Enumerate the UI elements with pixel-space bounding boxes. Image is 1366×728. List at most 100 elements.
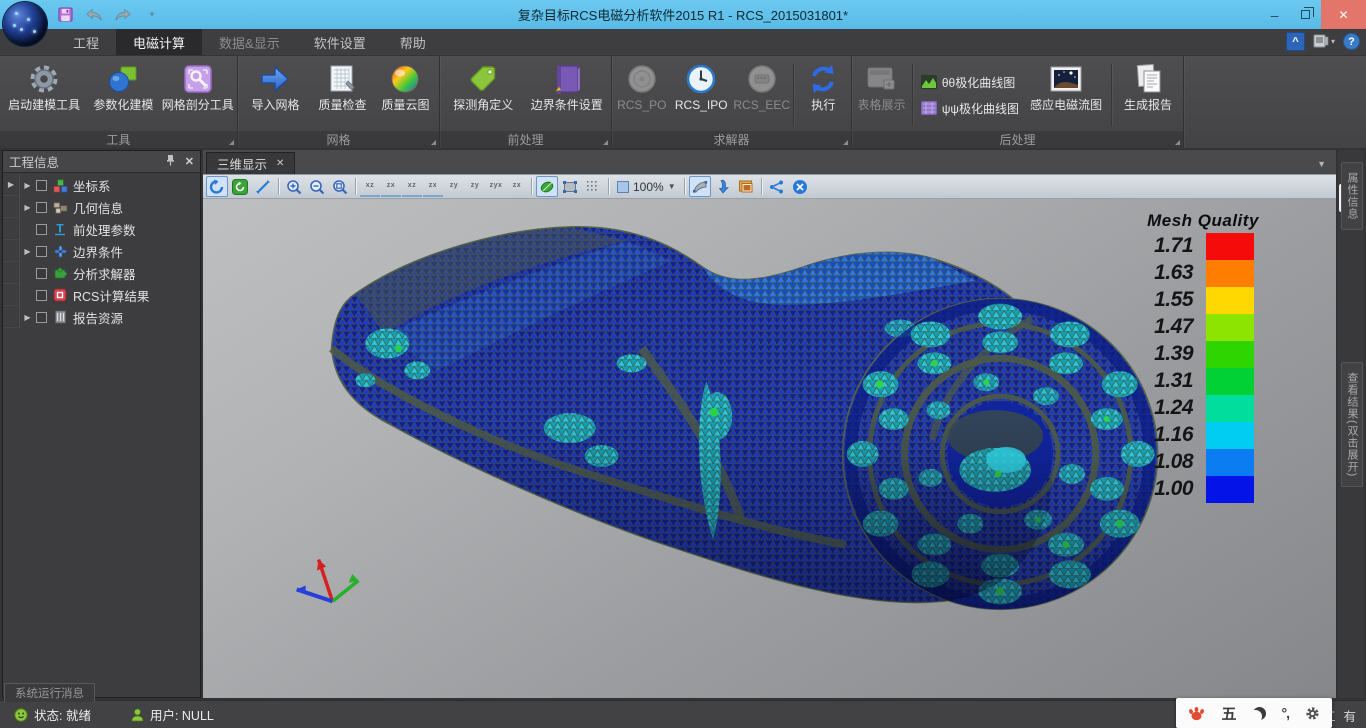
view-orientation-button-5[interactable]: zy (444, 176, 464, 197)
group-expand-icon[interactable] (843, 140, 848, 145)
checkbox[interactable] (36, 268, 47, 279)
probe-angle-button[interactable]: 探测角定义 (442, 59, 525, 131)
tree-row-preprocess-params[interactable]: T 前处理参数 (3, 218, 200, 240)
tabbar-dropdown-icon[interactable]: ▼ (1317, 159, 1326, 169)
zoom-dropdown-icon[interactable]: ▼ (668, 182, 676, 191)
tree-row-coordinate-system[interactable]: ▶ ▶ 坐标系 (3, 174, 200, 196)
minimize-button[interactable]: – (1259, 0, 1290, 29)
system-messages-tab[interactable]: 系统运行消息 (4, 683, 95, 702)
close-circle-button[interactable] (789, 176, 811, 197)
zoom-level-control[interactable]: 100% ▼ (613, 180, 680, 194)
project-panel-titlebar: 工程信息 ✕ (3, 151, 200, 173)
rotate-view-button[interactable] (206, 176, 228, 197)
status-item: 状态: 就绪 (14, 705, 91, 724)
checkbox[interactable] (36, 202, 47, 213)
tree-row-rcs-results[interactable]: RCS计算结果 (3, 284, 200, 306)
view-orientation-button-3[interactable]: xz (402, 176, 422, 197)
render-canvas[interactable]: Mesh Quality 1.71 1.63 1.55 1.47 1.39 1.… (203, 199, 1336, 698)
tab-3d-display[interactable]: 三维显示 ✕ (206, 152, 295, 174)
ribbon-collapse-button[interactable]: ^ (1286, 32, 1305, 51)
group-expand-icon[interactable] (229, 140, 234, 145)
image-export-button[interactable] (735, 176, 757, 197)
side-tab-view-results[interactable]: 查看结果(双击展开) (1341, 362, 1363, 487)
app-logo-icon[interactable] (3, 2, 47, 46)
panel-close-icon[interactable]: ✕ (185, 155, 194, 168)
gutter-expander-icon[interactable]: ▶ (3, 174, 20, 196)
curve-chart-icon (921, 101, 937, 115)
pin-icon[interactable] (166, 154, 175, 169)
ime-moon-icon[interactable] (1253, 707, 1266, 720)
ime-punctuation-label[interactable]: °, (1282, 705, 1290, 721)
tree-row-solver[interactable]: 分析求解器 (3, 262, 200, 284)
ime-settings-gear-icon[interactable] (1305, 706, 1320, 721)
user-label: 用户: NULL (150, 705, 214, 724)
rcs-po-button[interactable]: RCS_PO (614, 59, 670, 131)
share-network-button[interactable] (766, 176, 788, 197)
checkbox[interactable] (36, 312, 47, 323)
view-orientation-button-2[interactable]: zx (381, 176, 401, 197)
theta-curve-button[interactable]: θθ极化曲线图 (921, 74, 1019, 91)
view-orientation-button-4[interactable]: zx (423, 176, 443, 197)
quality-cloud-button[interactable]: 质量云图 (374, 59, 437, 131)
help-button[interactable]: ? (1343, 33, 1360, 50)
grid-points-button[interactable] (582, 176, 604, 197)
curved-surface-button[interactable] (689, 176, 711, 197)
tree-row-geometry-info[interactable]: ▶ 几何信息 (3, 196, 200, 218)
legend-swatch (1206, 395, 1254, 422)
shaded-view-button[interactable] (536, 176, 558, 197)
drop-down-arrow-button[interactable] (712, 176, 734, 197)
table-view-button[interactable]: 表格展示 (854, 59, 909, 131)
checkbox[interactable] (36, 180, 47, 191)
viewport-toolbar: xz zx xz zx zy zy zyx zx 100% ▼ (203, 174, 1336, 199)
checkbox[interactable] (36, 224, 47, 235)
zoom-out-button[interactable] (306, 176, 328, 197)
tab-project[interactable]: 工程 (56, 29, 116, 55)
side-tab-properties[interactable]: 属性信息 (1341, 162, 1363, 230)
expander-icon[interactable]: ▶ (20, 203, 35, 212)
group-expand-icon[interactable] (431, 140, 436, 145)
display-switch-icon[interactable]: ▾ (1313, 34, 1335, 49)
tree-row-report-resources[interactable]: ▶ 报告资源 (3, 306, 200, 328)
boundary-settings-button[interactable]: 边界条件设置 (525, 59, 609, 131)
import-mesh-button[interactable]: 导入网格 (240, 59, 311, 131)
mesh-tool-button[interactable]: 网格剖分工具 (161, 59, 235, 131)
expander-icon[interactable]: ▶ (20, 313, 35, 322)
close-button[interactable]: ✕ (1321, 0, 1366, 29)
group-expand-icon[interactable] (603, 140, 608, 145)
restore-button[interactable] (1290, 0, 1321, 29)
start-modeling-button[interactable]: 启动建模工具 (2, 59, 86, 131)
execute-button[interactable]: 执行 (797, 59, 849, 131)
curve-buttons-stack: θθ极化曲线图 ψψ极化曲线图 (916, 59, 1024, 131)
pan-zoom-button[interactable] (252, 176, 274, 197)
tab-em-computation[interactable]: 电磁计算 (116, 29, 202, 55)
expander-icon[interactable]: ▶ (20, 181, 35, 190)
ime-mode-label[interactable]: 五 (1221, 703, 1236, 724)
checkbox[interactable] (36, 246, 47, 257)
tree-row-boundary-conditions[interactable]: ▶ 边界条件 (3, 240, 200, 262)
main-area: 工程信息 ✕ ▶ ▶ 坐标系 ▶ (0, 148, 1366, 700)
view-orientation-button-8[interactable]: zx (507, 176, 527, 197)
view-orientation-button-7[interactable]: zyx (486, 176, 506, 197)
generate-report-button[interactable]: 生成报告 (1115, 59, 1181, 131)
tab-help[interactable]: 帮助 (383, 29, 443, 55)
rcs-eec-button[interactable]: RCS_EEC (733, 59, 791, 131)
zoom-fit-button[interactable] (329, 176, 351, 197)
psi-curve-button[interactable]: ψψ极化曲线图 (921, 100, 1019, 117)
rcs-ipo-button[interactable]: RCS_IPO (670, 59, 733, 131)
tab-software-settings[interactable]: 软件设置 (297, 29, 383, 55)
mesh-quality-legend: Mesh Quality 1.71 1.63 1.55 1.47 1.39 1.… (1130, 211, 1276, 503)
group-expand-icon[interactable] (1175, 140, 1180, 145)
tab-data-display[interactable]: 数据&显示 (202, 29, 297, 55)
ime-logo-paw-icon[interactable] (1188, 705, 1205, 721)
view-orientation-button-1[interactable]: xz (360, 176, 380, 197)
wireframe-surface-button[interactable] (559, 176, 581, 197)
tab-close-icon[interactable]: ✕ (276, 158, 284, 169)
expander-icon[interactable]: ▶ (20, 247, 35, 256)
quality-check-button[interactable]: 质量检查 (311, 59, 374, 131)
zoom-in-button[interactable] (283, 176, 305, 197)
checkbox[interactable] (36, 290, 47, 301)
view-orientation-button-6[interactable]: zy (465, 176, 485, 197)
em-flow-map-button[interactable]: 感应电磁流图 (1024, 59, 1108, 131)
spin-view-button[interactable] (229, 176, 251, 197)
param-modeling-button[interactable]: 参数化建模 (86, 59, 160, 131)
